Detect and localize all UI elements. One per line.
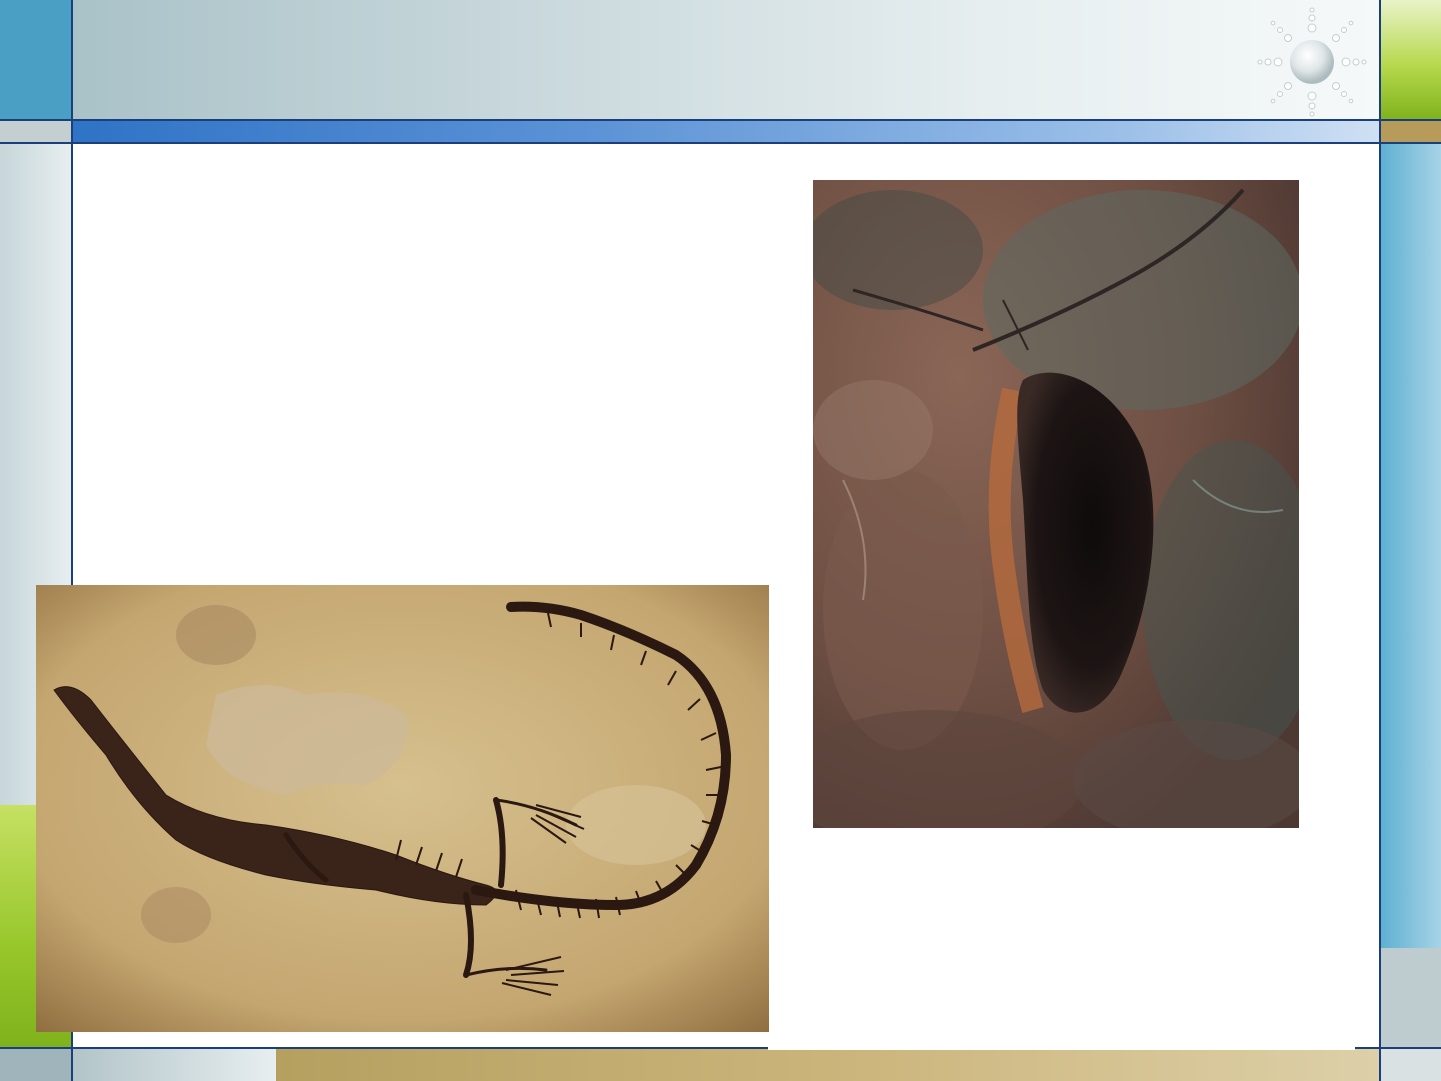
frame-line-top: [0, 119, 1441, 121]
slide-header-band: [72, 0, 1380, 120]
accent-stripe: [72, 121, 1380, 143]
accent-stripe-left: [0, 121, 72, 143]
right-side-panel: [1381, 143, 1441, 948]
right-side-lower-panel: [1381, 948, 1441, 1048]
footer-band-gold: [276, 1048, 1380, 1081]
header-right-block: [1381, 0, 1441, 120]
accent-stripe-right: [1381, 121, 1441, 143]
footprint-fossil-photo: [813, 180, 1299, 828]
footer-right-block: [1381, 1048, 1441, 1081]
picture-caption-area: [768, 1032, 1355, 1050]
frame-line-right: [1379, 0, 1381, 1081]
footer-left-block: [0, 1048, 72, 1081]
header-left-block: [0, 0, 72, 120]
footer-band-light: [72, 1048, 276, 1081]
reptile-fossil-photo: [36, 585, 769, 1032]
frame-line-header-bottom: [0, 142, 1441, 144]
sun-icon: [1252, 6, 1372, 118]
